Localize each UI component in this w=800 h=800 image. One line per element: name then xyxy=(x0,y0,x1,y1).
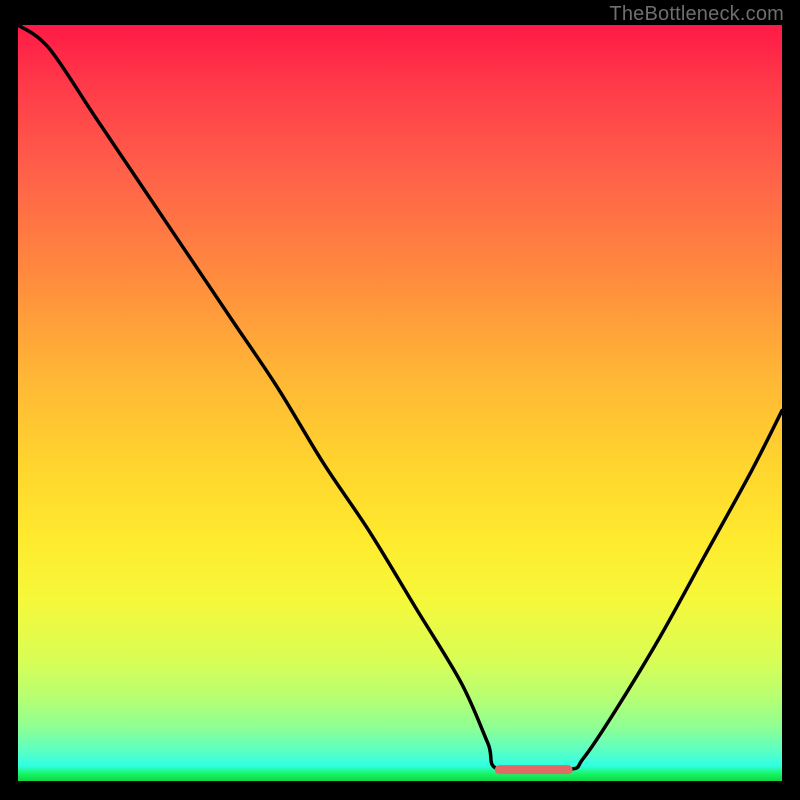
chart-frame: TheBottleneck.com xyxy=(0,0,800,800)
curve-overlay xyxy=(18,25,782,781)
plot-area xyxy=(18,25,782,781)
bottleneck-curve-path xyxy=(18,25,782,772)
watermark-text: TheBottleneck.com xyxy=(609,3,784,26)
